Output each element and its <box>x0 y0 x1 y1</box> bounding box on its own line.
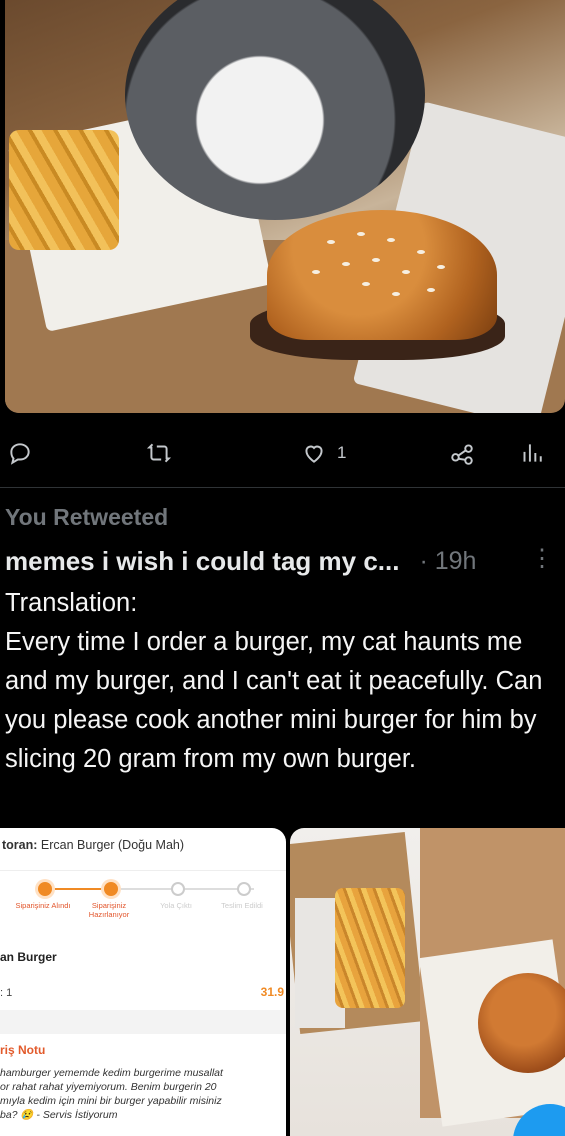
retweet-icon <box>146 443 172 463</box>
reply-icon <box>10 443 30 465</box>
order-item-name: an Burger <box>0 950 57 964</box>
order-note-title: riş Notu <box>0 1043 46 1057</box>
share-button[interactable] <box>449 433 475 473</box>
step-label-2: Siparişiniz Hazırlanıyor <box>88 901 130 919</box>
step-label-3: Yola Çıktı <box>160 901 192 910</box>
order-item-price: 31.9 <box>260 985 284 999</box>
photo2-fries <box>335 888 405 1008</box>
like-count: 1 <box>337 443 347 462</box>
order-screenshot[interactable]: toran: Ercan Burger (Doğu Mah) Siparişin… <box>0 828 286 1136</box>
tweet-text: Translation: Every time I order a burger… <box>5 589 543 773</box>
retweet-button[interactable] <box>146 433 172 473</box>
receipt-section-gap <box>0 1010 286 1034</box>
tweet-photo-cat-burger[interactable] <box>5 0 565 413</box>
burger-fries-photo[interactable] <box>290 828 565 1136</box>
step-dot-2 <box>104 882 118 896</box>
order-item-qty: : 1 <box>0 987 13 999</box>
photo-bun <box>267 210 497 340</box>
photo-fries <box>9 130 119 250</box>
restaurant-label: toran: <box>2 838 38 852</box>
restaurant-line: toran: Ercan Burger (Doğu Mah) <box>2 838 184 852</box>
analytics-icon <box>523 444 542 462</box>
tweet-divider <box>0 487 565 488</box>
order-progress-track <box>44 888 254 890</box>
tweet-header: memes i wish i could tag my c... · 19h ⋮ <box>5 544 560 578</box>
tweet-media: toran: Ercan Burger (Doğu Mah) Siparişin… <box>0 828 565 1136</box>
order-note-text: hamburger yememde kedim burgerime musall… <box>0 1067 223 1121</box>
analytics-button[interactable] <box>518 433 544 473</box>
receipt-divider <box>0 870 286 871</box>
restaurant-name: Ercan Burger (Doğu Mah) <box>40 838 185 852</box>
tweet-actions: 1 <box>0 433 565 473</box>
reply-button[interactable] <box>7 433 33 473</box>
step-dot-1 <box>38 882 52 896</box>
step-label-4: Teslim Edildi <box>221 901 263 910</box>
step-label-1: Siparişiniz Alındı <box>15 901 71 910</box>
retweet-context: You Retweeted <box>5 504 169 530</box>
like-button[interactable]: 1 <box>301 433 346 473</box>
step-dot-3 <box>171 882 185 896</box>
more-vertical-icon[interactable]: ⋮ <box>530 544 554 573</box>
tweet-time[interactable]: · 19h <box>419 547 476 576</box>
author-name[interactable]: memes i wish i could tag my c... <box>5 546 399 577</box>
step-dot-4 <box>237 882 251 896</box>
share-icon <box>451 444 473 465</box>
heart-icon <box>305 445 323 463</box>
